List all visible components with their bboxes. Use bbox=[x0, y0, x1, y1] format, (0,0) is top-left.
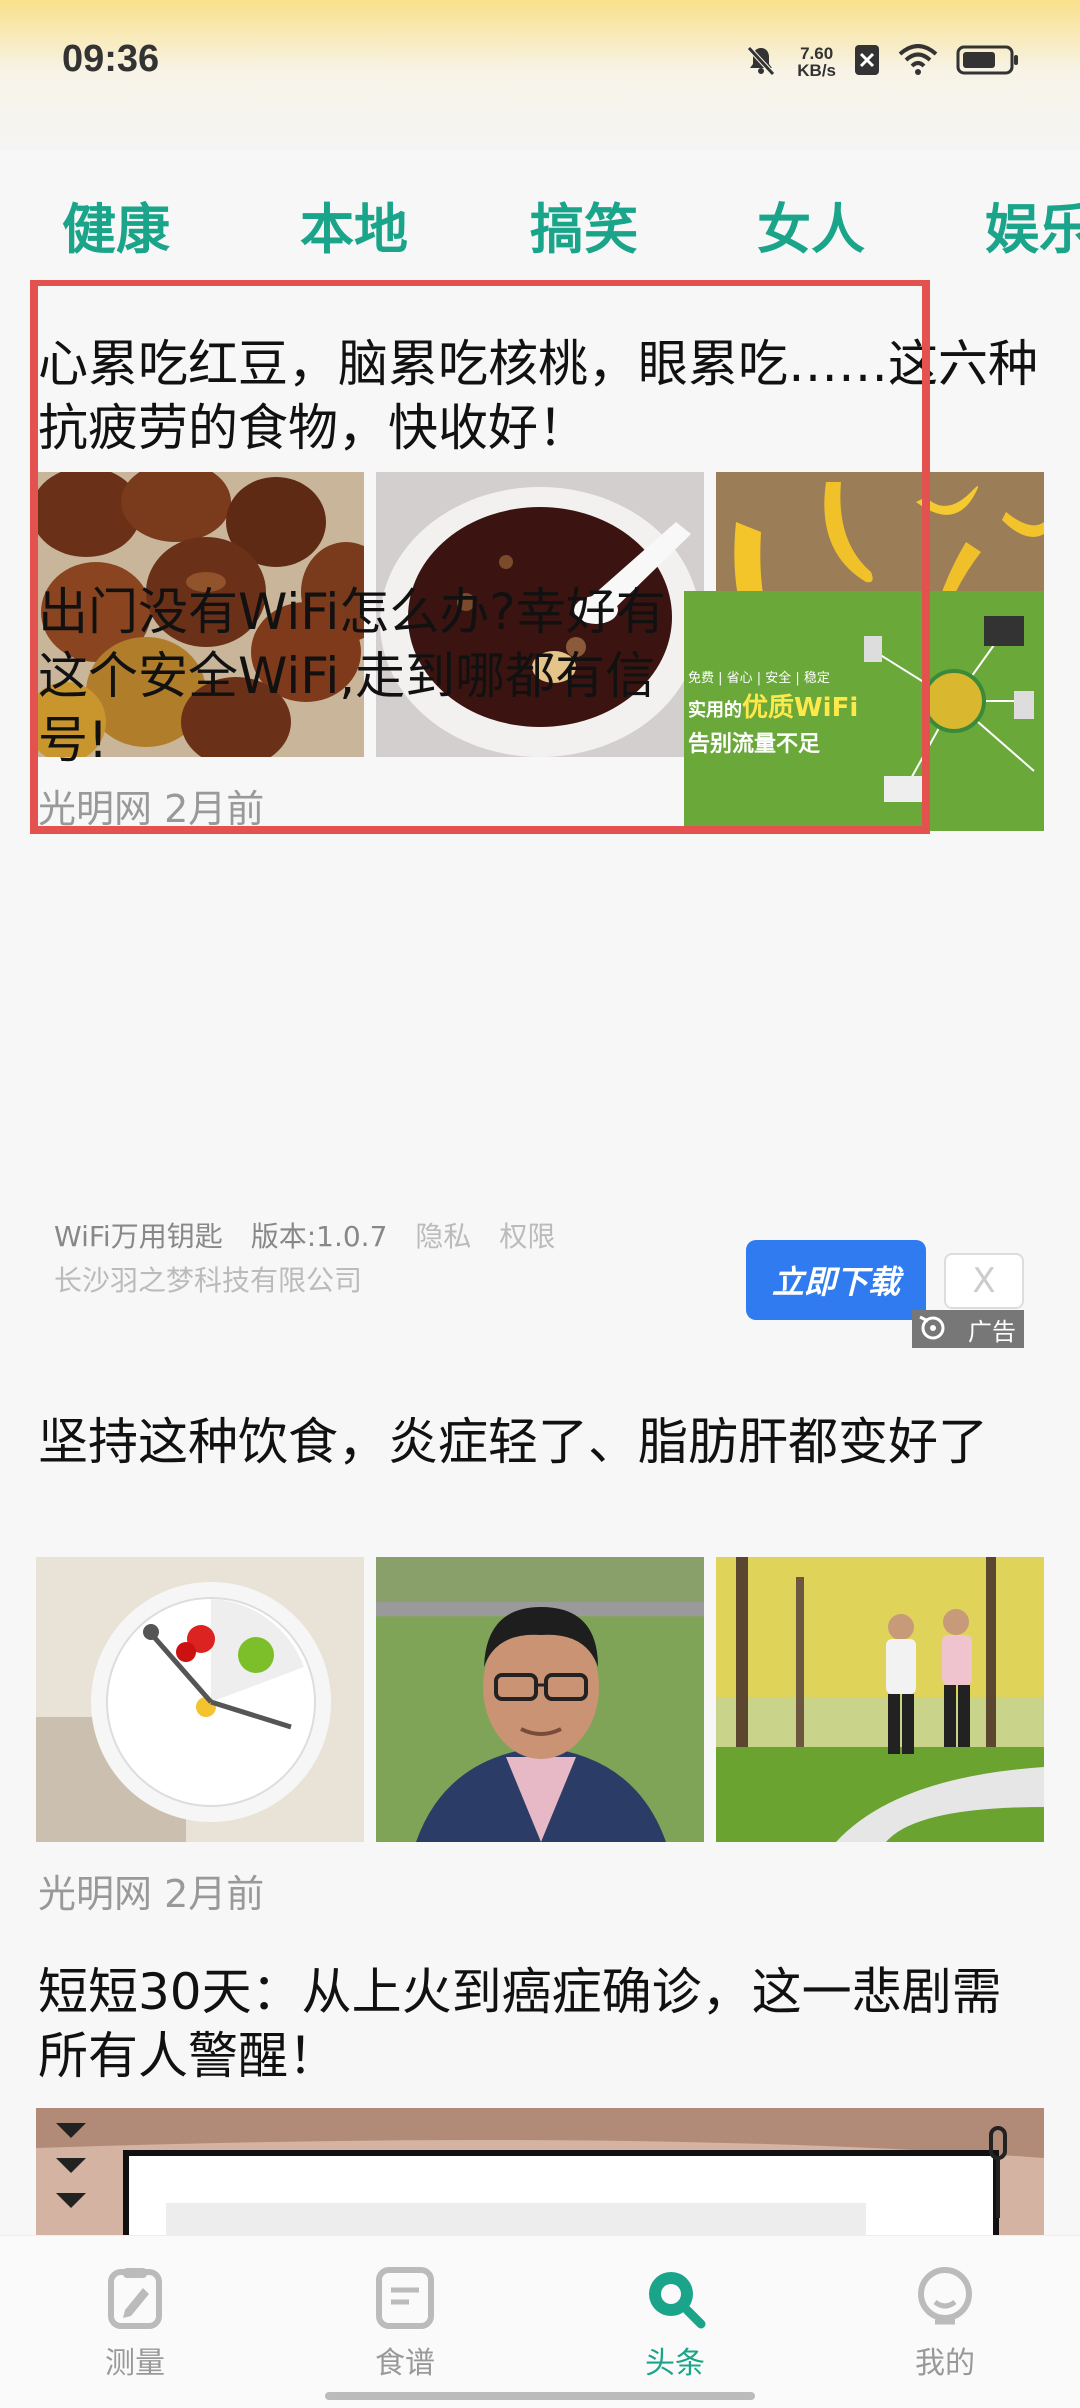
article-image-row bbox=[36, 1557, 1044, 1842]
ad-title[interactable]: 出门没有WiFi怎么办?幸好有这个安全WiFi,走到哪都有信号! bbox=[38, 580, 668, 772]
ad-privacy-link[interactable]: 隐私 bbox=[415, 1215, 471, 1255]
article-title[interactable]: 短短30天：从上火到癌症确诊，这一悲剧需所有人警醒！ bbox=[38, 1960, 1048, 2088]
nav-headlines[interactable]: 头条 bbox=[605, 2266, 745, 2382]
article-card[interactable]: 短短30天：从上火到癌症确诊，这一悲剧需所有人警醒！ bbox=[0, 1960, 1080, 2235]
status-bar: 09:36 7.60 KB/s bbox=[0, 0, 1080, 150]
profile-icon bbox=[918, 2267, 972, 2325]
status-time: 09:36 bbox=[62, 38, 160, 80]
ad-image-sub-text: 告别流量不足 bbox=[688, 732, 821, 757]
nav-label: 食谱 bbox=[375, 2346, 435, 2381]
nav-label: 测量 bbox=[105, 2346, 165, 2381]
ad-info: WiFi万用钥匙 版本:1.0.7 隐私 权限 bbox=[54, 1215, 555, 1255]
nav-label: 我的 bbox=[915, 2346, 975, 2381]
article-meta: 光明网 2月前 bbox=[38, 1863, 264, 1918]
ad-version: 版本:1.0.7 bbox=[250, 1220, 388, 1253]
article-time: 2月前 bbox=[164, 787, 265, 831]
category-tabs: 健康 本地 搞笑 女人 娱乐 bbox=[0, 185, 1080, 295]
download-button[interactable]: 立即下载 bbox=[746, 1240, 926, 1320]
article-time: 2月前 bbox=[164, 1872, 265, 1916]
nav-recipe[interactable]: 食谱 bbox=[335, 2266, 475, 2382]
wifi-icon bbox=[898, 44, 938, 80]
ad-sign-icon bbox=[918, 1313, 948, 1349]
ad-app-name: WiFi万用钥匙 bbox=[54, 1220, 223, 1253]
ad-image[interactable]: 免费 | 省心 | 安全 | 稳定 实用的优质WiFi 告别流量不足 bbox=[684, 591, 1044, 831]
net-speed-unit: KB/s bbox=[797, 61, 836, 80]
ad-image-highlight: 优质WiFi bbox=[742, 693, 859, 723]
clock-plate-image[interactable] bbox=[36, 1557, 364, 1842]
ad-image-main-text: 实用的优质WiFi bbox=[688, 687, 858, 724]
nav-measure[interactable]: 测量 bbox=[65, 2266, 205, 2382]
ad-image-prefix: 实用的 bbox=[688, 700, 742, 721]
bottom-nav: 测量 食谱 头条 我的 bbox=[0, 2235, 1080, 2408]
home-indicator[interactable] bbox=[325, 2392, 755, 2400]
status-icons: 7.60 KB/s bbox=[743, 40, 1020, 84]
ad-company: 长沙羽之梦科技有限公司 bbox=[54, 1264, 363, 1297]
article-title[interactable]: 坚持这种饮食，炎症轻了、脂肪肝都变好了 bbox=[38, 1410, 1048, 1474]
news-feed[interactable]: 心累吃红豆，脑累吃核桃，眼累吃……这六种抗疲劳的食物，快收好！ 光明网 2月前 … bbox=[0, 280, 1080, 2235]
nav-label: 头条 bbox=[645, 2346, 705, 2381]
couple-walking-image[interactable] bbox=[716, 1557, 1044, 1842]
tab-local[interactable]: 本地 bbox=[300, 185, 408, 264]
search-icon bbox=[649, 2272, 706, 2329]
mute-icon bbox=[743, 42, 779, 82]
tab-health[interactable]: 健康 bbox=[62, 185, 170, 264]
recipe-icon bbox=[376, 2267, 434, 2329]
ad-permission-link[interactable]: 权限 bbox=[499, 1215, 555, 1255]
net-speed-value: 7.60 bbox=[800, 44, 834, 63]
nav-profile[interactable]: 我的 bbox=[875, 2266, 1015, 2382]
net-speed: 7.60 KB/s bbox=[797, 45, 836, 79]
ad-label: 广告 bbox=[912, 1310, 1024, 1348]
banner-image[interactable] bbox=[36, 2108, 1044, 2235]
article-meta: 光明网 2月前 bbox=[38, 778, 264, 833]
ad-image-small-text: 免费 | 省心 | 安全 | 稳定 bbox=[688, 671, 830, 686]
tab-entertainment[interactable]: 娱乐 bbox=[985, 185, 1080, 264]
ad-close-button[interactable]: X bbox=[944, 1253, 1024, 1309]
man-portrait-image[interactable] bbox=[376, 1557, 704, 1842]
ad-label-text: 广告 bbox=[968, 1317, 1016, 1346]
article-source: 光明网 bbox=[38, 1872, 153, 1916]
clipboard-icon bbox=[108, 2268, 162, 2329]
battery-icon bbox=[956, 44, 1020, 80]
tab-funny[interactable]: 搞笑 bbox=[530, 185, 638, 264]
article-title[interactable]: 心累吃红豆，脑累吃核桃，眼累吃……这六种抗疲劳的食物，快收好！ bbox=[38, 332, 1048, 460]
sim-off-icon bbox=[854, 44, 880, 80]
article-source: 光明网 bbox=[38, 787, 153, 831]
tab-women[interactable]: 女人 bbox=[757, 185, 865, 264]
